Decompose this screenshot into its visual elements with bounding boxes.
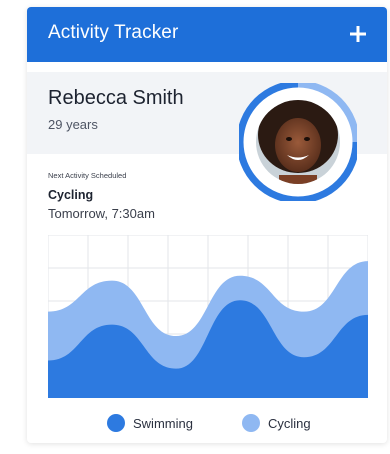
cycling-dot-icon [242, 414, 260, 432]
next-activity-time: Tomorrow, 7:30am [48, 206, 155, 221]
legend-swimming-label: Swimming [133, 415, 193, 431]
chart-legend: Swimming Cycling [27, 412, 387, 434]
profile-age: 29 years [48, 117, 98, 132]
activity-tracker-card: Activity Tracker Rebecca Smith 29 years [27, 7, 387, 443]
add-button[interactable] [343, 19, 373, 49]
legend-swimming: Swimming [107, 412, 193, 434]
next-activity-label: Next Activity Scheduled [48, 171, 127, 180]
next-activity-name: Cycling [48, 188, 94, 202]
profile-name: Rebecca Smith [48, 87, 184, 109]
activity-chart [47, 234, 369, 399]
app-title: Activity Tracker [48, 22, 179, 43]
app-header: Activity Tracker [27, 7, 387, 62]
legend-cycling: Cycling [242, 412, 311, 434]
avatar-ring-icon [236, 80, 360, 204]
legend-cycling-label: Cycling [268, 415, 311, 431]
avatar[interactable] [236, 80, 360, 204]
plus-icon [350, 26, 366, 42]
swimming-dot-icon [107, 414, 125, 432]
